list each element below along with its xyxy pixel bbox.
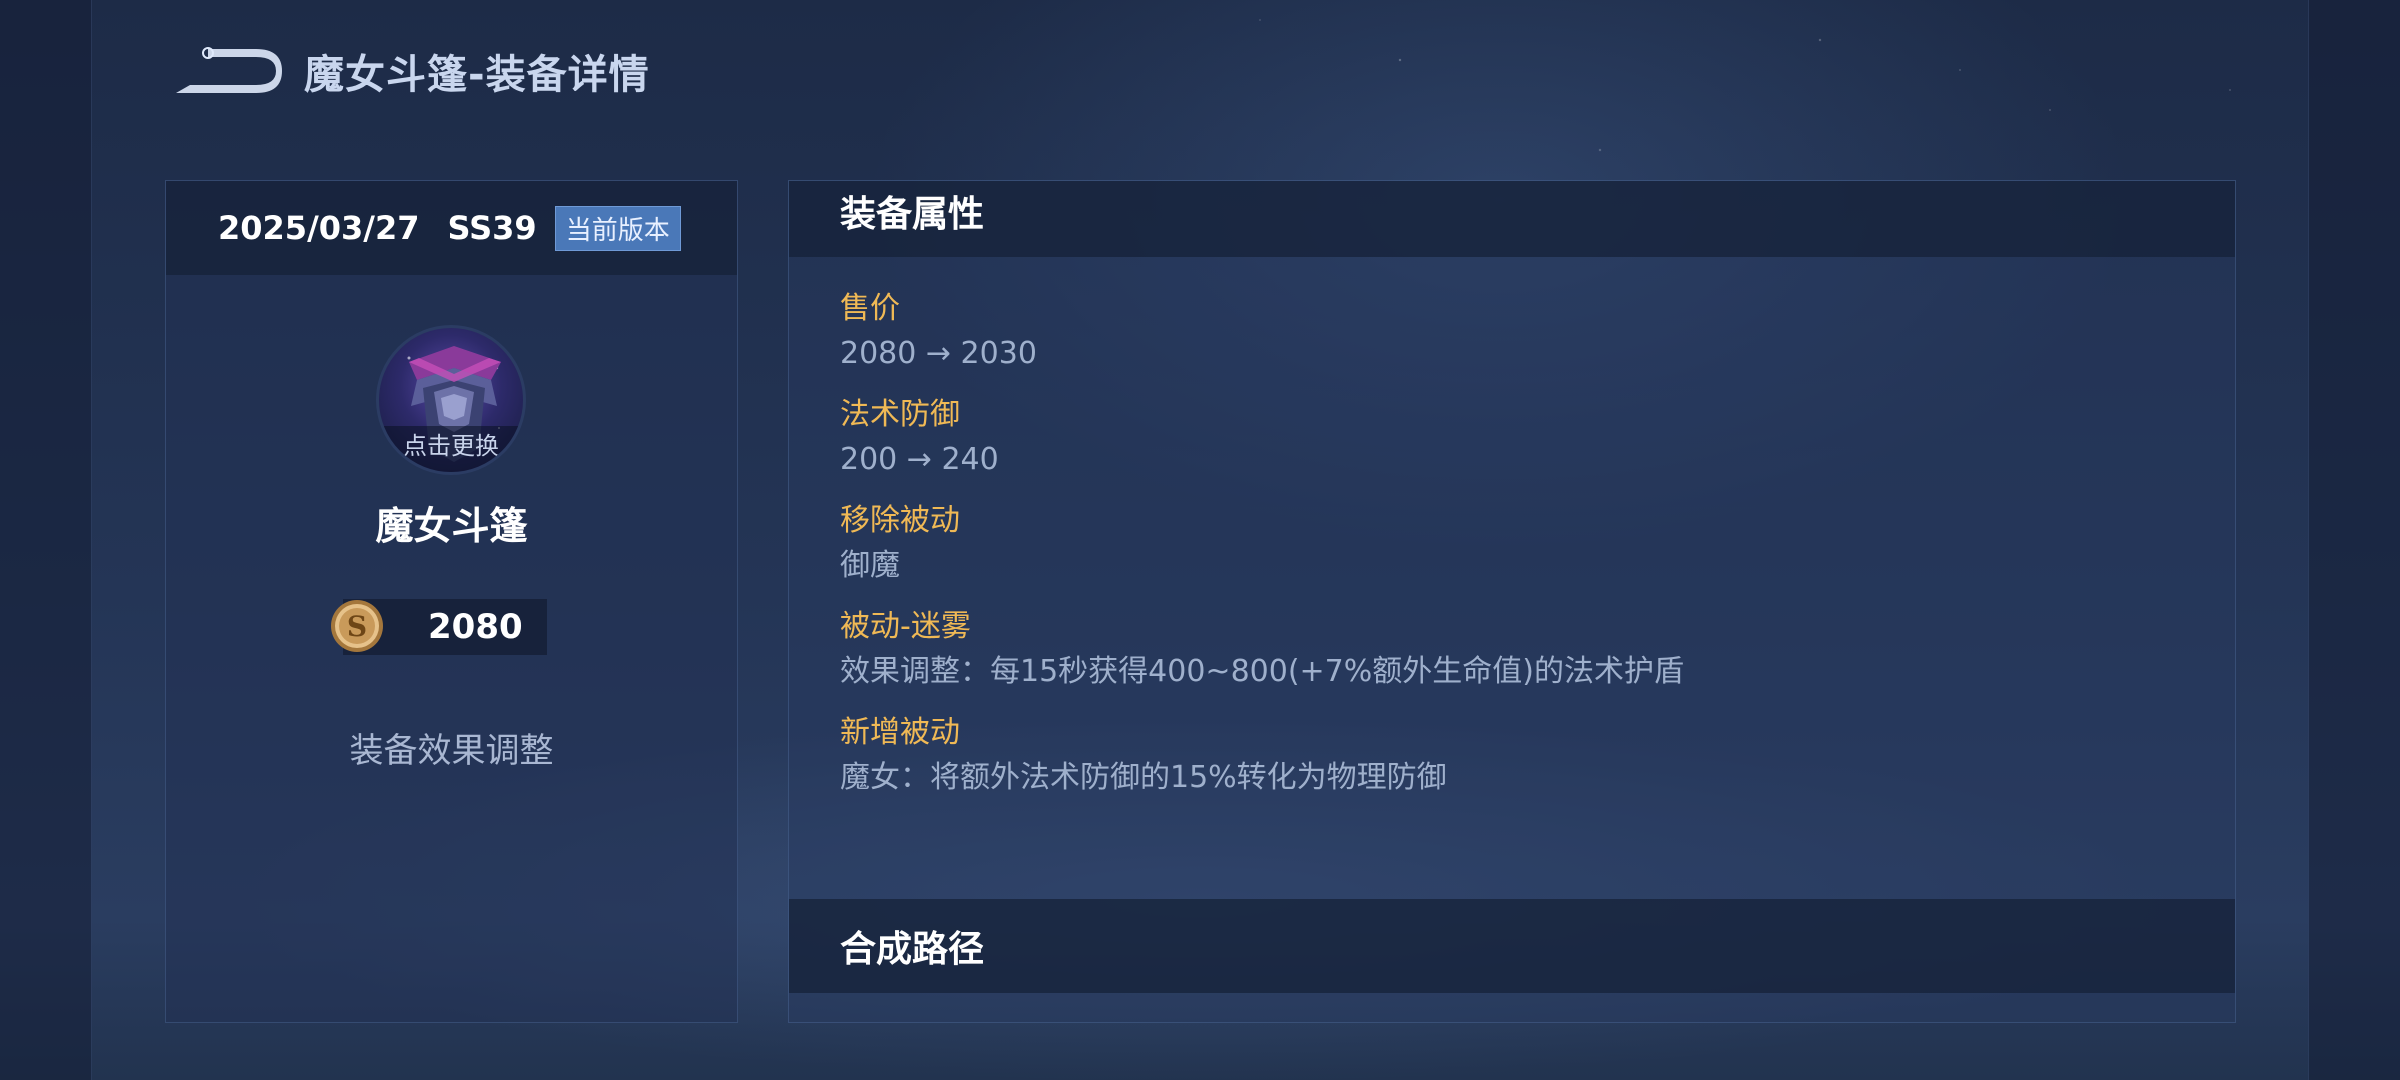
item-avatar[interactable]: 点击更换 [376, 325, 526, 475]
version-season: SS39 [447, 209, 537, 247]
right-margin-strip [2308, 0, 2400, 1080]
version-bar: 2025/03/27 SS39 当前版本 [166, 181, 737, 275]
build-path-section-title: 合成路径 [789, 899, 2235, 993]
item-price: 2080 [428, 607, 523, 647]
attribute-label: 被动-迷雾 [840, 609, 971, 644]
left-margin-strip [0, 0, 92, 1080]
attribute-value: 御魔 [840, 548, 900, 583]
attributes-list: 售价 2080 → 2030 法术防御 200 → 240 移除被动 御魔 被动… [840, 287, 1684, 817]
attribute-value: 魔女：将额外法术防御的15%转化为物理防御 [840, 760, 1447, 795]
attribute-value: 效果调整：每15秒获得400~800(+7%额外生命值)的法术护盾 [840, 654, 1684, 689]
price-box: S 2080 [331, 599, 547, 655]
item-name: 魔女斗篷 [375, 504, 528, 548]
back-arrow-icon[interactable] [168, 41, 282, 101]
item-details-panel: 装备属性 售价 2080 → 2030 法术防御 200 → 240 移除被动 … [788, 180, 2236, 1023]
current-version-badge: 当前版本 [554, 205, 681, 251]
attribute-label: 移除被动 [840, 503, 960, 538]
attribute-label: 售价 [840, 291, 900, 326]
attribute-label: 新增被动 [840, 715, 960, 750]
item-summary-panel: 2025/03/27 SS39 当前版本 点击更换 魔女斗篷 S 2080 装备… [165, 180, 738, 1023]
attribute-item: 售价 2080 → 2030 [840, 287, 1684, 377]
attribute-value: 200 → 240 [840, 442, 999, 477]
attributes-section-title: 装备属性 [789, 181, 2235, 257]
attribute-item: 法术防御 200 → 240 [840, 393, 1684, 483]
change-avatar-caption: 点击更换 [379, 426, 523, 472]
background: 魔女斗篷-装备详情 2025/03/27 SS39 当前版本 点击更换 魔女斗篷 [0, 0, 2400, 1080]
attribute-item: 被动-迷雾 效果调整：每15秒获得400~800(+7%额外生命值)的法术护盾 [840, 605, 1684, 695]
effect-adjustment-label[interactable]: 装备效果调整 [166, 723, 737, 772]
attribute-item: 新增被动 魔女：将额外法术防御的15%转化为物理防御 [840, 711, 1684, 801]
attribute-item: 移除被动 御魔 [840, 499, 1684, 589]
gold-coin-icon: S [331, 600, 383, 652]
attribute-label: 法术防御 [840, 397, 960, 432]
attribute-value: 2080 → 2030 [840, 336, 1037, 371]
svg-text:S: S [347, 610, 367, 643]
version-date: 2025/03/27 [218, 209, 420, 247]
page-header: 魔女斗篷-装备详情 [168, 36, 650, 106]
page-title: 魔女斗篷-装备详情 [304, 52, 650, 98]
